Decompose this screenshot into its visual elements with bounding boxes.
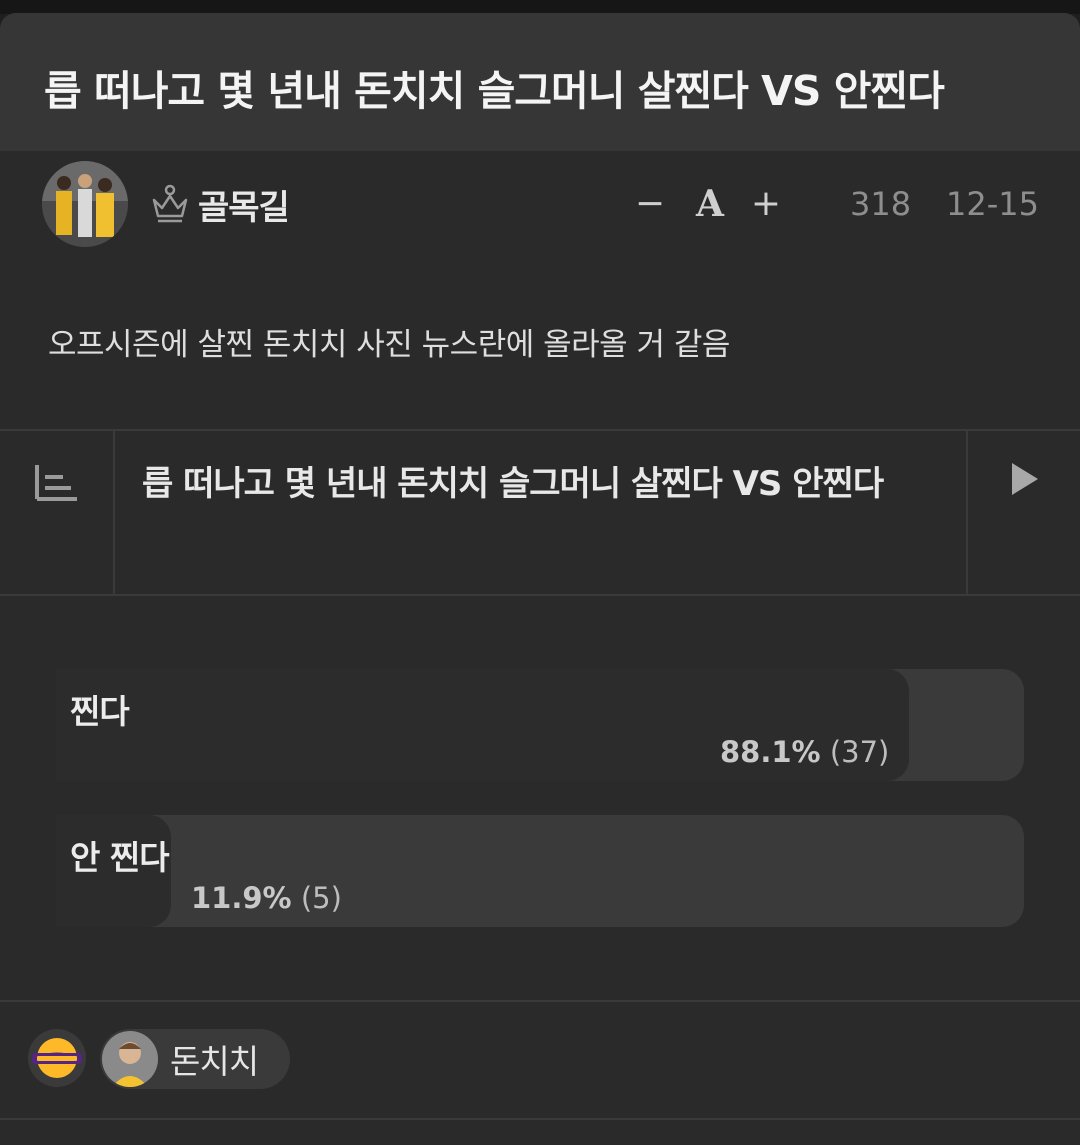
view-count: 318 <box>850 185 912 223</box>
post-date: 12-15 <box>946 185 1039 223</box>
font-decrease-button[interactable]: − <box>632 179 668 229</box>
poll-option-2[interactable]: 안 찐다 11.9% (5) <box>56 815 1024 927</box>
poll-option-result: 11.9% (5) <box>191 881 342 915</box>
player-avatar <box>102 1031 158 1087</box>
poll-option-count: (5) <box>300 881 342 915</box>
author-avatar-image <box>42 161 128 247</box>
tag-label: 돈치치 <box>170 1042 259 1081</box>
post-sheet: 릅 떠나고 몇 년내 돈치치 슬그머니 살찐다 VS 안찐다 골목길 − A +… <box>0 13 1080 1145</box>
author[interactable]: 골목길 <box>148 181 290 228</box>
font-size-button[interactable]: A <box>688 179 732 229</box>
font-increase-button[interactable]: + <box>748 179 784 229</box>
author-avatar[interactable] <box>42 161 128 247</box>
poll-list-button[interactable] <box>28 459 84 515</box>
divider <box>0 429 1080 431</box>
poll-option-percent: 88.1% <box>720 735 821 769</box>
post-title: 릅 떠나고 몇 년내 돈치치 슬그머니 살찐다 VS 안찐다 <box>44 67 945 115</box>
post-body: 오프시즌에 살찐 돈치치 사진 뉴스란에 올라올 거 같음 <box>48 327 730 363</box>
poll-title: 릅 떠나고 몇 년내 돈치치 슬그머니 살찐다 VS 안찐다 <box>142 464 884 504</box>
poll-option-1[interactable]: 찐다 88.1% (37) <box>56 669 1024 781</box>
play-icon <box>1012 463 1038 495</box>
list-icon <box>35 465 77 501</box>
poll-option-label: 찐다 <box>70 692 130 731</box>
crown-outline-icon <box>152 184 188 223</box>
divider <box>0 1000 1080 1002</box>
divider <box>113 430 115 595</box>
poll-option-count: (37) <box>829 735 890 769</box>
divider <box>0 1118 1080 1120</box>
title-bar: 릅 떠나고 몇 년내 돈치치 슬그머니 살찐다 VS 안찐다 <box>0 13 1080 151</box>
top-strip <box>0 0 1080 14</box>
lakers-logo <box>32 1038 82 1078</box>
divider <box>0 594 1080 596</box>
divider <box>966 430 968 595</box>
tag-chip[interactable]: 돈치치 <box>100 1029 290 1089</box>
poll-option-percent: 11.9% <box>191 881 292 915</box>
poll-play-button[interactable] <box>1004 457 1044 501</box>
poll-option-result: 88.1% (37) <box>720 735 889 769</box>
player-avatar-image <box>102 1031 158 1087</box>
poll-option-label: 안 찐다 <box>70 838 170 877</box>
team-logo[interactable] <box>28 1029 86 1087</box>
author-name: 골목길 <box>198 187 290 228</box>
